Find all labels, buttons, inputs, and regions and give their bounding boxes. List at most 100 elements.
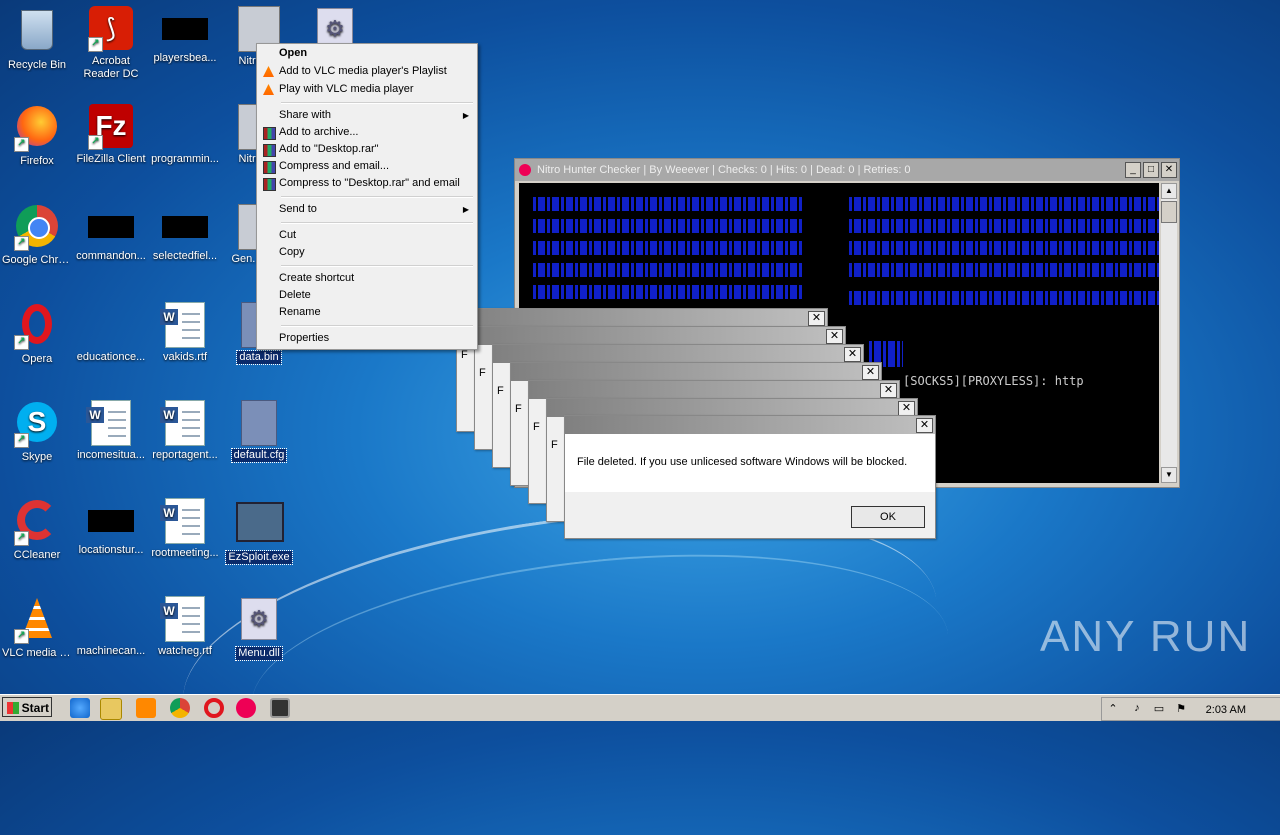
clock[interactable]: 2:03 AM (1206, 704, 1246, 716)
vlc-icon (263, 84, 274, 95)
chrome-icon[interactable] (170, 698, 190, 718)
menu-item-delete[interactable]: Delete (259, 287, 475, 304)
winrar-icon (263, 178, 276, 191)
scroll-up-arrow[interactable]: ▲ (1161, 183, 1177, 199)
menu-item-share-with[interactable]: Share with ▶ (259, 107, 475, 124)
close-button[interactable]: ✕ (808, 311, 825, 326)
desktop-icon-opera[interactable]: ↗ Opera (0, 302, 74, 366)
menu-item-compress-desktop-email[interactable]: Compress to "Desktop.rar" and email (259, 175, 475, 192)
menu-item-create-shortcut[interactable]: Create shortcut (259, 270, 475, 287)
console-title: Nitro Hunter Checker | By Weeever | Chec… (537, 164, 911, 176)
winrar-icon (263, 161, 276, 174)
menu-separator (281, 222, 473, 224)
ascii-banner (849, 241, 1159, 255)
console-icon[interactable] (270, 698, 290, 718)
minimize-button[interactable]: _ (1125, 162, 1141, 178)
desktop-icon-default-cfg[interactable]: default.cfg (222, 400, 296, 466)
desktop-icon-machinecan[interactable]: machinecan... (74, 596, 148, 658)
internet-explorer-icon[interactable] (70, 698, 90, 718)
vertical-scrollbar[interactable]: ▲ ▼ (1161, 183, 1177, 483)
close-button[interactable]: ✕ (862, 365, 879, 380)
menu-item-vlc-playlist[interactable]: Add to VLC media player's Playlist (259, 63, 475, 80)
media-player-icon[interactable] (136, 698, 156, 718)
close-button[interactable]: ✕ (898, 401, 915, 416)
file-icon (241, 400, 277, 446)
word-doc-icon: W (160, 596, 205, 642)
desktop-icon-skype[interactable]: S ↗ Skype (0, 400, 74, 464)
close-button[interactable]: ✕ (1161, 162, 1177, 178)
menu-item-open[interactable]: Open (259, 45, 475, 62)
file-explorer-icon[interactable] (100, 698, 122, 720)
ascii-banner (849, 197, 1159, 211)
message-box-front[interactable]: ✕ File deleted. If you use unlicesed sof… (564, 415, 936, 539)
desktop-icon-ccleaner[interactable]: ↗ CCleaner (0, 498, 74, 562)
menu-item-add-archive[interactable]: Add to archive... (259, 124, 475, 141)
desktop-icon-filezilla[interactable]: Fz ↗ FileZilla Client (74, 104, 148, 166)
menu-separator (281, 196, 473, 198)
filezilla-icon: Fz ↗ (88, 104, 134, 150)
word-doc-icon: W (86, 400, 131, 446)
desktop-icon-educationce[interactable]: educationce... (74, 302, 148, 364)
desktop-icon-commandon[interactable]: commandon... (74, 204, 148, 263)
console-prompt: [SOCKS5][PROXYLESS]: http (903, 374, 1084, 388)
tray-expand-icon[interactable]: ⌃ (1106, 702, 1120, 716)
exe-icon (236, 502, 284, 548)
scroll-thumb[interactable] (1161, 201, 1177, 223)
app-icon (519, 164, 531, 176)
chrome-icon: ↗ (14, 205, 60, 251)
close-button[interactable]: ✕ (826, 329, 843, 344)
close-button[interactable]: ✕ (844, 347, 861, 362)
close-button[interactable]: ✕ (880, 383, 897, 398)
desktop-icon-ezsploit[interactable]: EzSploit.exe (222, 498, 296, 568)
menu-item-vlc-play[interactable]: Play with VLC media player (259, 81, 475, 98)
ascii-banner (533, 219, 803, 233)
menu-item-add-desktop-rar[interactable]: Add to "Desktop.rar" (259, 141, 475, 158)
winrar-icon (263, 127, 276, 140)
menu-item-properties[interactable]: Properties (259, 330, 475, 347)
ok-button[interactable]: OK (851, 506, 925, 528)
menu-item-compress-email[interactable]: Compress and email... (259, 158, 475, 175)
desktop-icon-acrobat[interactable]: ⟆ ↗ Acrobat Reader DC (74, 6, 148, 81)
opera-icon[interactable] (204, 698, 224, 718)
start-button[interactable]: Start (2, 697, 52, 717)
desktop-icon-menu-dll[interactable]: ⚙ Menu.dll (222, 596, 296, 664)
desktop-icon-recycle-bin[interactable]: Recycle Bin (0, 6, 74, 72)
network-icon[interactable]: ▭ (1152, 702, 1166, 716)
nitro-checker-icon[interactable] (236, 698, 256, 718)
desktop-icon-selectedfiel[interactable]: selectedfiel... (148, 204, 222, 263)
context-menu[interactable]: Open Add to VLC media player's Playlist … (256, 43, 478, 350)
console-titlebar[interactable]: Nitro Hunter Checker | By Weeever | Chec… (515, 159, 1179, 181)
desktop-icon-vakids[interactable]: W vakids.rtf (148, 302, 222, 364)
desktop-icon-rootmeeting[interactable]: W rootmeeting... (148, 498, 222, 560)
submenu-arrow-icon: ▶ (462, 205, 469, 214)
maximize-button[interactable]: □ (1143, 162, 1159, 178)
file-thumbnail-icon (162, 18, 208, 40)
close-button[interactable]: ✕ (916, 418, 933, 433)
desktop-icon-locationstur[interactable]: locationstur... (74, 498, 148, 557)
desktop-icon-programmin[interactable]: programmin... (148, 104, 222, 166)
desktop-icon-watcheg[interactable]: W watcheg.rtf (148, 596, 222, 658)
desktop-icon-firefox[interactable]: ↗ Firefox (0, 104, 74, 168)
scroll-down-arrow[interactable]: ▼ (1161, 467, 1177, 483)
opera-icon: ↗ (14, 304, 60, 350)
firefox-icon: ↗ (14, 106, 60, 152)
action-center-flag-icon[interactable]: ⚑ (1174, 702, 1188, 716)
ascii-banner (849, 219, 1159, 233)
desktop-icon-google-chrome[interactable]: ↗ Google Chrome (0, 204, 74, 267)
ascii-banner (849, 263, 1159, 277)
taskbar: Start ⌃ ♪ ▭ ⚑ 2:03 AM (0, 694, 1280, 721)
desktop-icon-incomesitua[interactable]: W incomesitua... (74, 400, 148, 462)
vlc-cone-icon: ↗ (14, 598, 60, 644)
acrobat-icon: ⟆ ↗ (88, 6, 134, 52)
menu-item-cut[interactable]: Cut (259, 227, 475, 244)
menu-item-copy[interactable]: Copy (259, 244, 475, 261)
menu-item-send-to[interactable]: Send to ▶ (259, 201, 475, 218)
anyrun-watermark: ANY RUN (1040, 612, 1252, 661)
file-thumbnail-icon (162, 216, 208, 238)
volume-icon[interactable]: ♪ (1130, 702, 1144, 716)
desktop-icon-vlc[interactable]: ↗ VLC media player (0, 596, 74, 660)
desktop-icon-playersbea[interactable]: playersbea... (148, 6, 222, 65)
desktop-icon-reportagent[interactable]: W reportagent... (148, 400, 222, 462)
menu-separator (281, 325, 473, 327)
menu-item-rename[interactable]: Rename (259, 304, 475, 321)
